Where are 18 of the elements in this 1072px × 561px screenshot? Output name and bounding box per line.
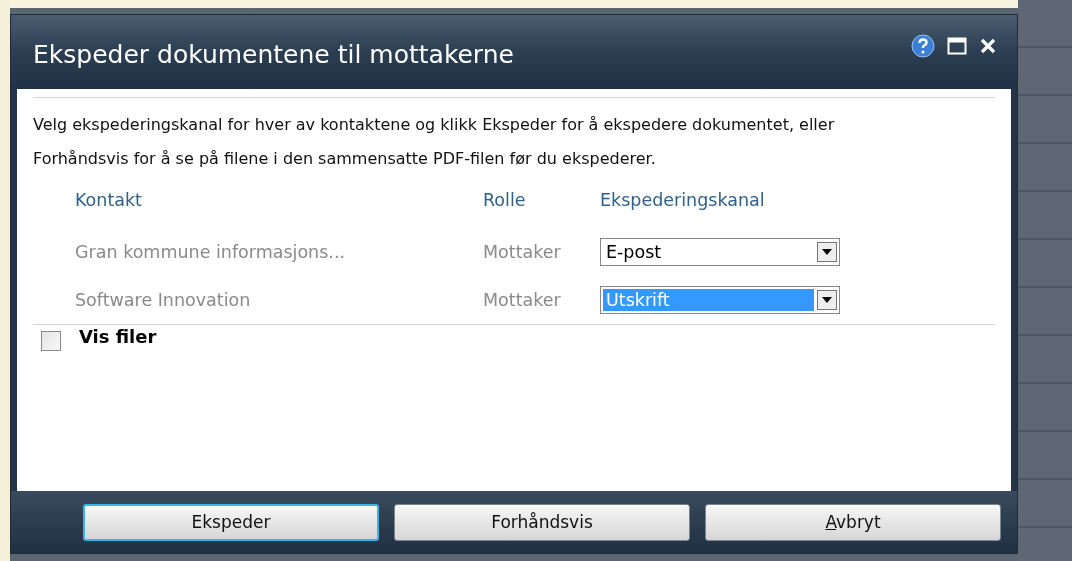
role-cell-text: Mottaker <box>483 290 562 310</box>
contact-cell-text: Software Innovation <box>75 290 252 310</box>
maximize-icon[interactable] <box>947 37 967 55</box>
column-header: Kontakt <box>75 189 143 212</box>
close-icon[interactable] <box>979 37 997 55</box>
instruction-text: Velg ekspederingskanal for hver av kontaktene og klikk Ekspeder for å ekspedere dokumentet, eller Forhåndsvis for å se på filene i den sammensatte PDF-filen før du ekspederer. <box>33 114 836 170</box>
column-header: Ekspederingskanal <box>600 189 766 212</box>
dialog-button[interactable]: Ekspeder <box>83 503 379 541</box>
channel-dropdown[interactable]: E-post <box>600 238 840 266</box>
checkbox[interactable] <box>41 331 61 351</box>
column-header: Rolle <box>483 189 527 212</box>
window-title: Ekspeder dokumentene til mottakerne <box>33 39 514 69</box>
checkbox-label: Vis filer <box>79 325 157 347</box>
role-cell-text: Mottaker <box>483 242 562 262</box>
dialog-button[interactable]: Forhåndsvis <box>394 503 690 541</box>
dialog-button[interactable]: Avbryt <box>705 503 1001 541</box>
help-icon[interactable] <box>911 34 935 58</box>
contact-cell-text: Gran kommune informasjons... <box>75 242 347 262</box>
